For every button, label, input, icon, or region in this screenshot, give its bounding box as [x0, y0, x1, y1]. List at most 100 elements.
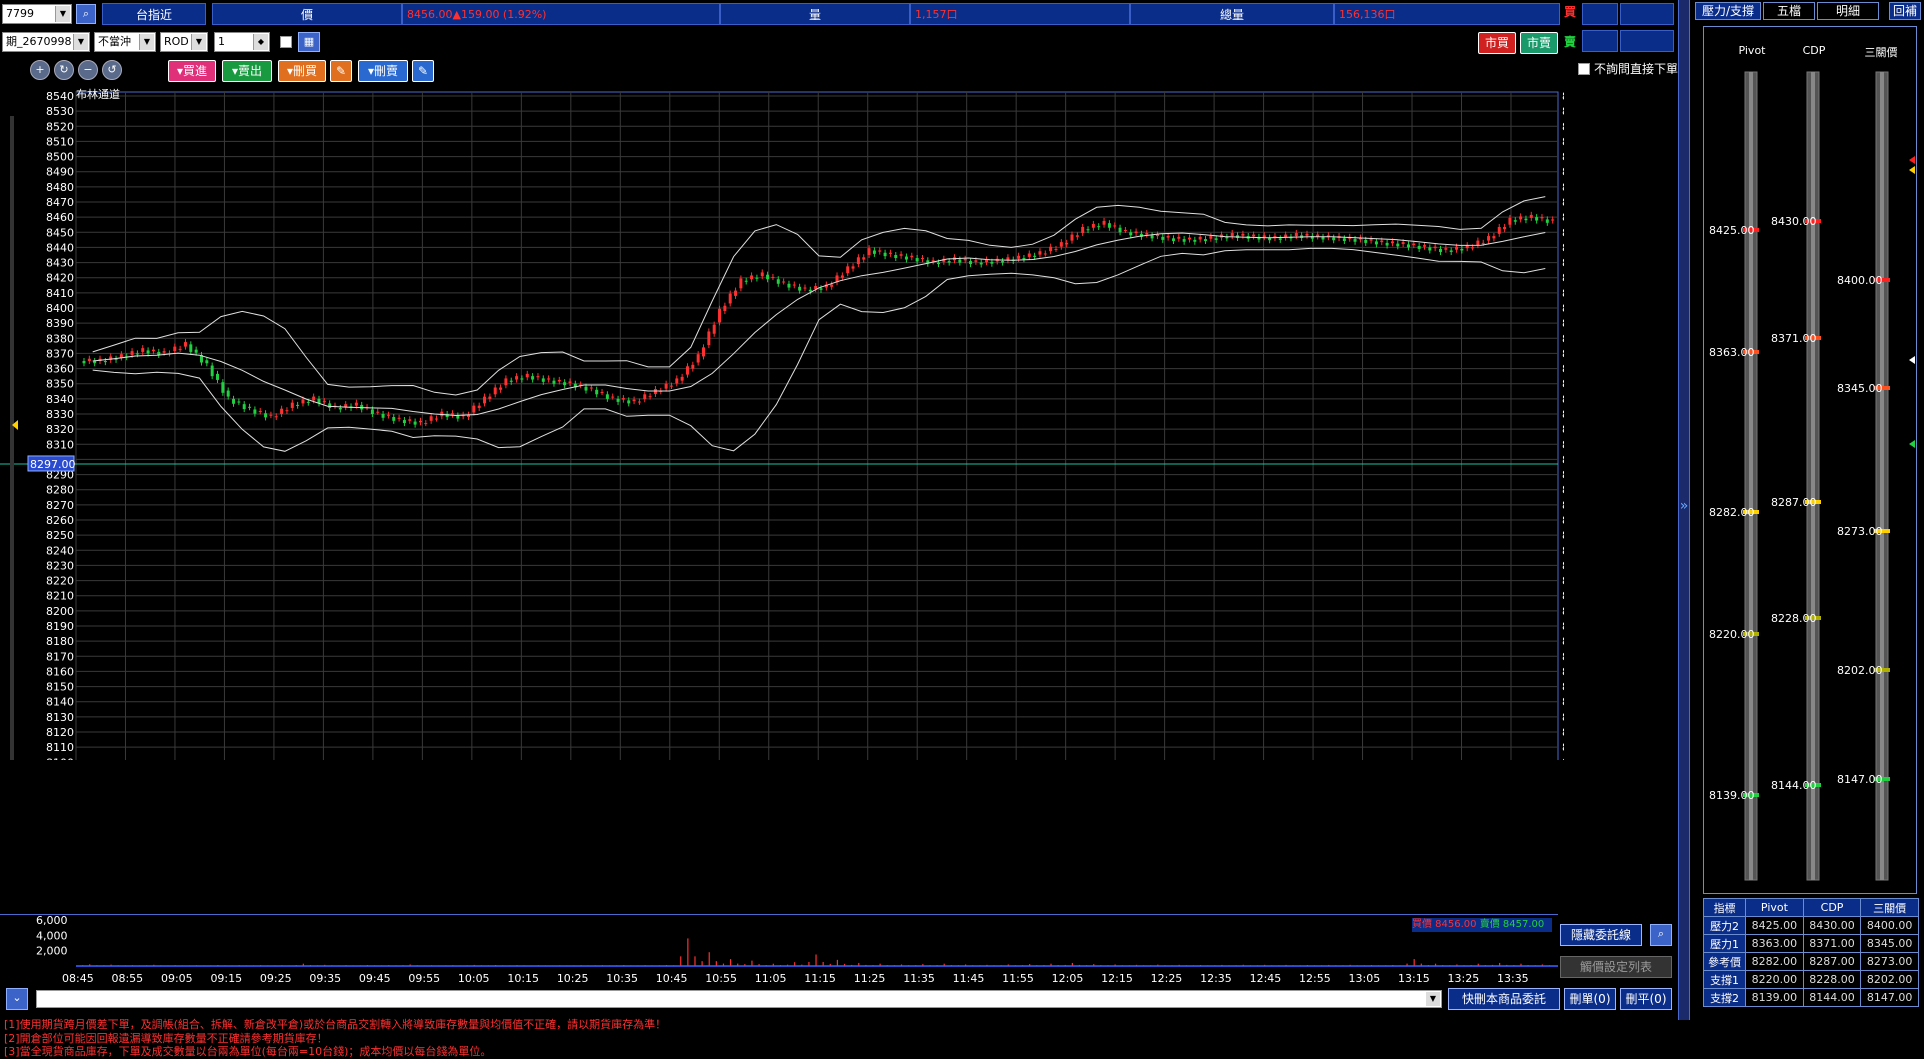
candle-body [1193, 240, 1196, 242]
candle-body [1418, 246, 1421, 249]
chevron-down-icon[interactable]: ▼ [1426, 992, 1440, 1006]
y-tick-label-right: 8250 [1562, 529, 1564, 542]
candle-body [1097, 226, 1100, 227]
candle-body [1279, 238, 1282, 240]
y-tick-label-left: 8140 [46, 696, 74, 709]
message-input[interactable]: ▼ [36, 990, 1442, 1008]
chevron-down-icon: ▼ [55, 6, 70, 22]
volume-bar [865, 965, 866, 966]
volume-bar [1549, 965, 1550, 966]
x-tick-label: 11:55 [1002, 972, 1034, 985]
volume-bar [687, 938, 688, 966]
y-tick-label-right: 8210 [1562, 590, 1564, 603]
y-tick-label-right: 8180 [1562, 635, 1564, 648]
market-sell-button[interactable]: 市賣 [1520, 32, 1558, 54]
candle-body [195, 350, 198, 353]
panel-splitter[interactable]: » [1678, 0, 1690, 1020]
table-header: 三關價 [1861, 899, 1919, 917]
x-tick-label: 10:05 [458, 972, 490, 985]
tick-setting-list-button[interactable]: 觸價設定列表 [1560, 956, 1672, 978]
candle-body [1434, 247, 1437, 249]
level-value: 8371.00 [1771, 332, 1817, 345]
candle-body [627, 400, 630, 403]
symbol-value: 7799 [6, 7, 34, 20]
search-icon[interactable]: ⌕ [76, 4, 96, 24]
y-tick-label-left: 8210 [46, 590, 74, 603]
price-checkbox[interactable] [280, 36, 292, 48]
delete-orders-button[interactable]: 刪單(0) [1564, 988, 1616, 1010]
candle-body [793, 285, 796, 286]
table-row: 壓力28425.008430.008400.00 [1704, 917, 1919, 935]
candle-body [601, 392, 604, 393]
y-tick-label-right: 8530 [1562, 105, 1564, 118]
x-tick-label: 11:15 [804, 972, 836, 985]
y-tick-label-right: 8450 [1562, 226, 1564, 239]
volume-bar [751, 961, 752, 966]
price-marker-icon [1909, 356, 1915, 364]
y-tick-label-left: 8110 [46, 741, 74, 754]
candle-body [478, 406, 481, 408]
y-tick-label-left: 8520 [46, 120, 74, 133]
candlestick-chart[interactable]: 8540854085308530852085208510851085008500… [0, 70, 1564, 760]
price-chart[interactable]: 8540854085308530852085208510851085008500… [0, 70, 1564, 750]
volume-bar [929, 965, 930, 966]
y-tick-label-left: 8280 [46, 484, 74, 497]
hide-order-lines-button[interactable]: 隱藏委託線 [1560, 924, 1642, 946]
x-tick-label: 13:25 [1448, 972, 1480, 985]
candle-body [857, 257, 860, 264]
candle-body [211, 366, 214, 377]
offset-select[interactable]: 不當沖 ▼ [94, 32, 156, 52]
chevron-double-down-icon[interactable]: ⌄ [6, 988, 28, 1010]
ask-delete-checkbox[interactable] [1578, 63, 1590, 75]
candle-body [1423, 245, 1426, 247]
candle-body [328, 403, 331, 408]
x-tick-label: 10:35 [606, 972, 638, 985]
candle-body [889, 253, 892, 254]
volume-bar [780, 965, 781, 966]
table-cell: 8282.00 [1746, 953, 1804, 971]
candle-body [1380, 241, 1383, 243]
x-tick-label: 11:45 [953, 972, 985, 985]
candle-body [1354, 239, 1357, 242]
y-tick-label-right: 8490 [1562, 166, 1564, 179]
market-buy-button[interactable]: 市買 [1478, 32, 1516, 54]
volume-bar [1535, 965, 1536, 966]
candle-body [552, 381, 555, 384]
candle-body [980, 263, 983, 265]
quantity-stepper[interactable]: 1 ◆ [214, 32, 270, 52]
candle-body [221, 382, 224, 393]
candle-body [633, 400, 636, 402]
y-tick-label-left: 8270 [46, 499, 74, 512]
candle-body [739, 278, 742, 288]
quick-delete-button[interactable]: 快刪本商品委託 [1448, 988, 1560, 1010]
double-chevron-right-icon[interactable]: » [1679, 498, 1689, 514]
account-select[interactable]: 期_2670998 ▼ [2, 32, 90, 52]
volume-bar [1463, 965, 1464, 966]
volume-bar [880, 964, 881, 966]
flatten-button[interactable]: 刪平(0) [1620, 988, 1672, 1010]
level-value: 8363.00 [1709, 346, 1755, 359]
candle-body [1407, 244, 1410, 247]
y-tick-label-right: 8390 [1562, 317, 1564, 330]
search-icon[interactable]: ⌕ [1650, 924, 1672, 946]
volume-bar [132, 965, 133, 966]
y-tick-label-left: 8460 [46, 211, 74, 224]
table-cell: 8371.00 [1803, 935, 1861, 953]
volume-bar [680, 956, 681, 966]
candle-body [787, 284, 790, 288]
level-value: 8345.00 [1837, 382, 1883, 395]
calculator-icon[interactable]: ▦ [298, 32, 320, 52]
candle-body [403, 420, 406, 423]
ask-tag: 賣價 8457.00 [1480, 919, 1545, 930]
stepper-icon[interactable]: ◆ [253, 34, 268, 50]
volume-bar [1421, 964, 1422, 966]
buy-tag: 買 [1562, 4, 1578, 20]
symbol-select[interactable]: 7799 ▼ [2, 4, 72, 24]
price-marker-icon [1909, 440, 1915, 448]
candle-body [1076, 235, 1079, 237]
candle-body [1167, 236, 1170, 238]
candle-body [729, 294, 732, 304]
volume-bar [89, 964, 90, 966]
candle-body [520, 378, 523, 379]
order-type-select[interactable]: ROD ▼ [160, 32, 208, 52]
